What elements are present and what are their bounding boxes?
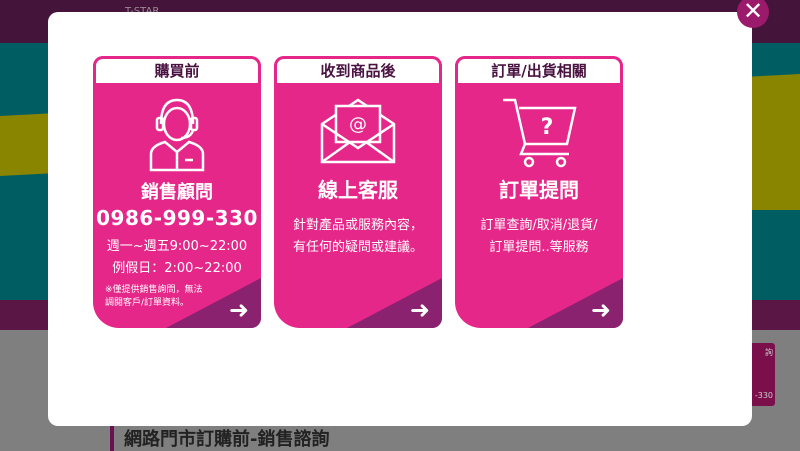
service-hours: 週一~週五9:00~22:00 例假日：2:00~22:00 — [93, 236, 261, 280]
card-after-receipt[interactable]: 收到商品後 @ 線上客服 針對產品或服務內容， 有任何的疑問或建議。 ➜ — [274, 56, 442, 328]
customer-service-headset-icon — [149, 98, 205, 172]
card-title: 銷售顧問 — [141, 182, 213, 203]
holiday-hours: 例假日：2:00~22:00 — [112, 261, 242, 276]
card-order-shipping[interactable]: 訂單/出貨相關 ? 訂單提問 訂單查詢/取消/退貨/訂單提問..等服務 ➜ — [455, 56, 623, 328]
desc-line: 針對產品或服務內容， — [292, 218, 423, 233]
desc-line: 訂單提問..等服務 — [489, 240, 589, 255]
card-before-purchase[interactable]: 購買前 銷售顧問 0986-999-330 週一~週五9:00~22:00 例假日… — [93, 56, 261, 328]
svg-text:?: ? — [541, 115, 554, 140]
card-description: 針對產品或服務內容， 有任何的疑問或建議。 — [274, 215, 442, 259]
arrow-right-icon: ➜ — [590, 296, 611, 324]
card-description: 訂單查詢/取消/退貨/訂單提問..等服務 — [455, 215, 623, 259]
card-header: 購買前 — [93, 56, 261, 86]
email-envelope-icon: @ — [320, 98, 396, 164]
shopping-cart-question-icon: ? — [503, 98, 577, 168]
card-header: 收到商品後 — [274, 56, 442, 86]
card-title: 線上客服 — [318, 178, 398, 202]
section-heading: 網路門市訂購前-銷售諮詢 — [110, 425, 329, 451]
svg-text:@: @ — [349, 114, 367, 135]
card-header: 訂單/出貨相關 — [455, 56, 623, 86]
arrow-right-icon: ➜ — [409, 296, 430, 324]
widget-title: 詢 — [765, 348, 773, 357]
desc-line: 訂單查詢/取消/退貨/ — [480, 218, 598, 233]
widget-phone: -330 — [754, 391, 773, 400]
desc-line: 有任何的疑問或建議。 — [292, 240, 423, 255]
card-title: 訂單提問 — [499, 178, 579, 202]
arrow-right-icon: ➜ — [228, 296, 249, 324]
sales-phone: 0986-999-330 — [96, 206, 258, 230]
weekday-hours: 週一~週五9:00~22:00 — [106, 239, 248, 254]
